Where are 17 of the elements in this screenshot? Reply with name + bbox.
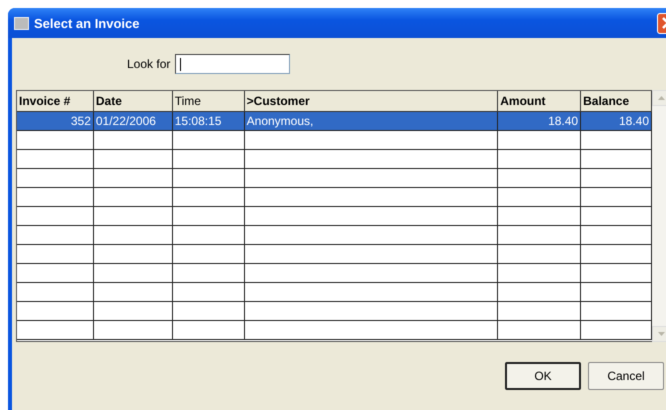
table-cell: Anonymous, bbox=[244, 112, 498, 130]
look-for-field[interactable] bbox=[175, 54, 290, 74]
column-header[interactable]: >Customer bbox=[244, 91, 498, 111]
column-header[interactable]: Time bbox=[172, 91, 245, 111]
table-cell: 15:08:15 bbox=[172, 112, 245, 130]
column-header[interactable]: Date bbox=[94, 91, 173, 111]
table-cell: 01/22/2006 bbox=[94, 112, 173, 130]
column-header[interactable]: Invoice # bbox=[17, 91, 94, 111]
window-title: Select an Invoice bbox=[34, 16, 140, 30]
table-row[interactable]: 352 01/22/2006 15:08:15 Anonymous, 18.40 18.40 bbox=[17, 112, 652, 131]
column-header[interactable]: Amount bbox=[498, 91, 582, 111]
ok-button[interactable]: OK bbox=[505, 362, 581, 390]
cancel-button[interactable]: Cancel bbox=[588, 362, 664, 390]
table-cell: 352 bbox=[17, 112, 94, 130]
window-icon bbox=[14, 16, 29, 30]
look-for-label: Look for bbox=[127, 57, 170, 71]
table-cell: 18.40 bbox=[498, 112, 582, 130]
